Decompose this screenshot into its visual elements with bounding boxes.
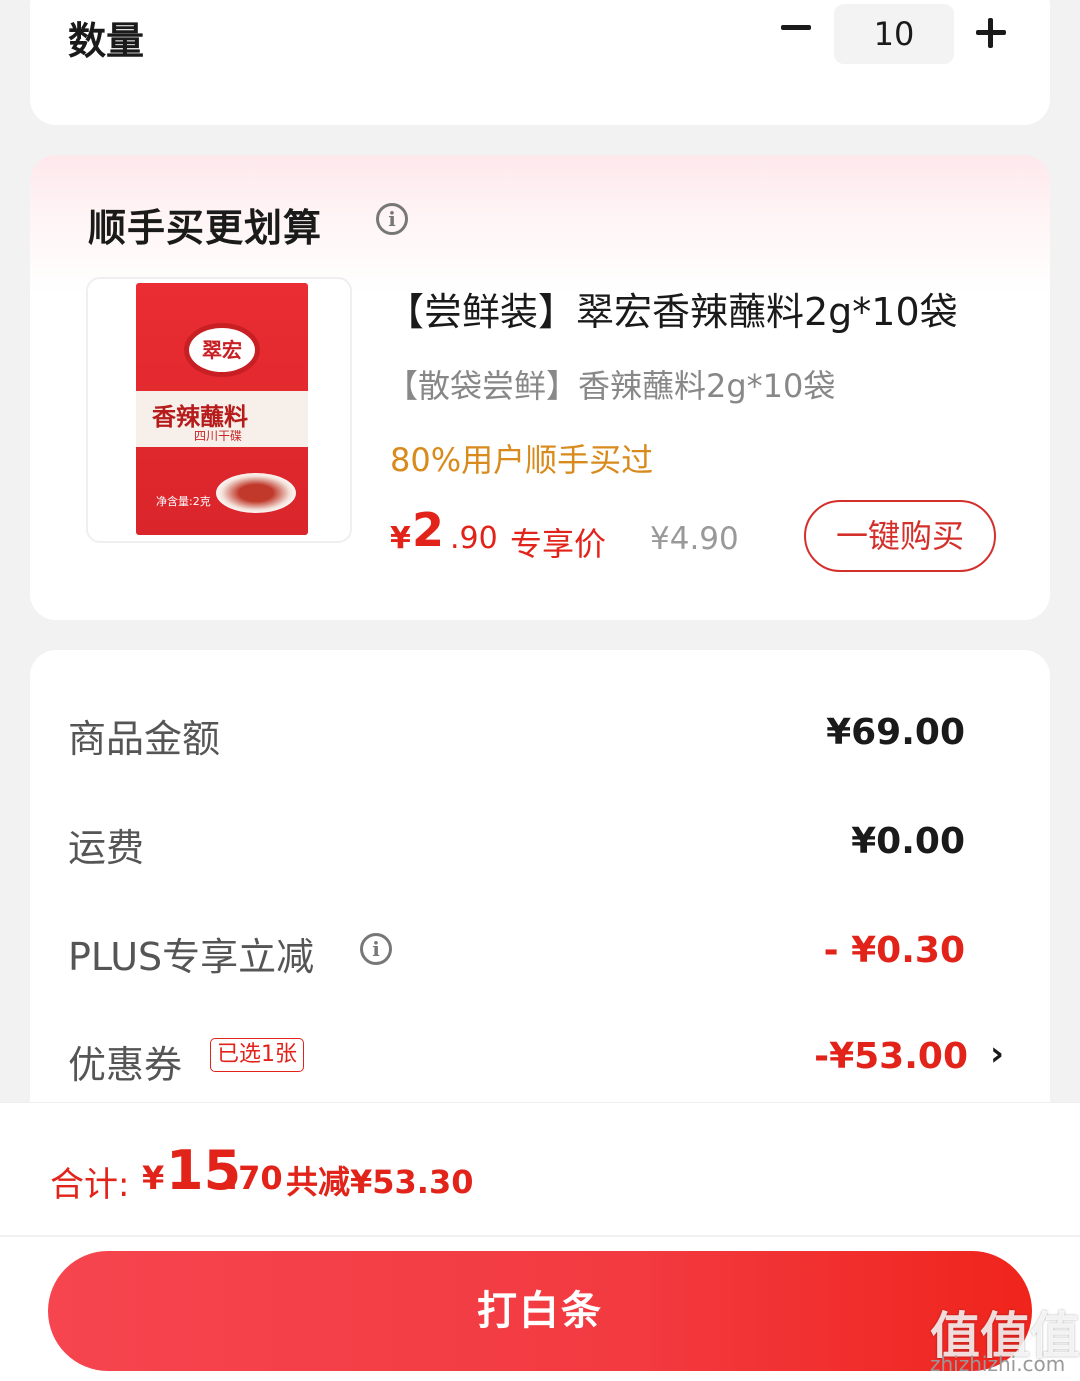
recommend-card: 顺手买更划算 i 翠宏 香辣蘸料 四川干碟 净含量:2克 【尝鲜装】翠宏香辣蘸料… — [30, 155, 1050, 620]
one-click-buy-button[interactable]: 一键购买 — [804, 500, 996, 572]
product-title[interactable]: 【尝鲜装】翠宏香辣蘸料2g*10袋 — [386, 281, 958, 336]
coupon-label[interactable]: 优惠券 — [68, 1034, 182, 1089]
packet-net: 净含量:2克 — [156, 495, 211, 508]
product-image[interactable]: 翠宏 香辣蘸料 四川干碟 净含量:2克 — [86, 277, 352, 543]
bottom-bar: 合计: ¥ 15 .70 共减¥53.30 打白条 — [0, 1102, 1080, 1381]
pay-baitiao-button[interactable]: 打白条 — [48, 1251, 1032, 1371]
bowl-graphic — [216, 473, 296, 513]
total-label: 合计: — [50, 1165, 130, 1205]
total-saved: 共减¥53.30 — [286, 1163, 474, 1201]
shipping-label: 运费 — [68, 826, 145, 870]
brand-logo: 翠宏 — [184, 323, 260, 377]
plus-discount-value: - ¥0.30 — [823, 930, 965, 971]
price-decimal: .90 — [450, 521, 498, 556]
info-icon[interactable]: i — [376, 203, 408, 235]
original-price: ¥4.90 — [650, 521, 739, 557]
quantity-card: 数量 10 — [30, 0, 1050, 125]
total-decimal: .70 — [226, 1159, 283, 1197]
divider — [0, 1235, 1080, 1237]
recommend-title: 顺手买更划算 — [88, 206, 323, 250]
coupon-badge[interactable]: 已选1张 — [210, 1038, 304, 1072]
price-currency: ¥ — [390, 521, 411, 556]
plus-icon[interactable] — [976, 18, 1006, 48]
shipping-value: ¥0.00 — [851, 821, 965, 862]
goods-amount-label: 商品金额 — [68, 717, 221, 761]
checkout-page: 数量 10 顺手买更划算 i 翠宏 香辣蘸料 四川干碟 净含量:2克 【尝鲜装】… — [0, 0, 1080, 1381]
info-icon[interactable]: i — [360, 933, 392, 965]
coupon-value[interactable]: -¥53.00 — [814, 1036, 968, 1077]
product-note: 80%用户顺手买过 — [390, 441, 654, 479]
total-currency: ¥ — [142, 1159, 165, 1197]
watermark-domain: zhizhizhi.com — [930, 1352, 1066, 1376]
minus-icon[interactable] — [778, 2, 814, 52]
goods-amount-value: ¥69.00 — [826, 712, 965, 753]
product-subtitle: 【散袋尝鲜】香辣蘸料2g*10袋 — [386, 367, 836, 405]
price-summary-card: 商品金额 ¥69.00 运费 ¥0.00 PLUS专享立减 i - ¥0.30 … — [30, 650, 1050, 1130]
plus-discount-label: PLUS专享立减 — [68, 935, 315, 979]
packet-sub: 四川干碟 — [194, 429, 243, 443]
packet-illustration: 翠宏 香辣蘸料 四川干碟 净含量:2克 — [136, 283, 308, 535]
quantity-stepper-value[interactable]: 10 — [834, 4, 954, 64]
chevron-right-icon[interactable]: › — [990, 1034, 1004, 1074]
quantity-label: 数量 — [68, 19, 145, 63]
price-tag: 专享价 — [510, 525, 607, 563]
price-integer: 2 — [412, 503, 445, 557]
